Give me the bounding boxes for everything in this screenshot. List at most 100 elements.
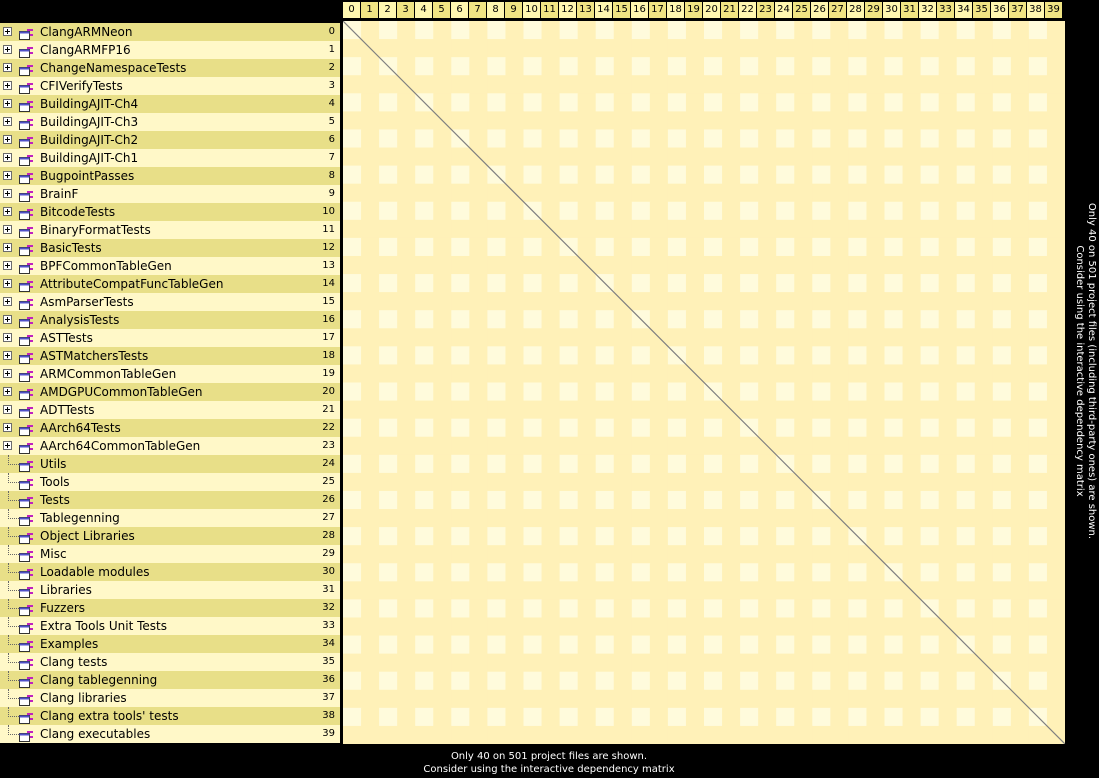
matrix-cell[interactable]	[595, 490, 615, 510]
matrix-cell[interactable]	[902, 509, 922, 528]
matrix-cell[interactable]	[541, 382, 561, 402]
matrix-cell[interactable]	[397, 57, 416, 76]
matrix-cell[interactable]	[704, 93, 723, 112]
matrix-cell[interactable]	[523, 328, 543, 347]
matrix-cell[interactable]	[902, 490, 922, 510]
matrix-cell[interactable]	[704, 563, 723, 582]
matrix-cell[interactable]	[1010, 183, 1030, 203]
matrix-cell[interactable]	[649, 689, 669, 709]
matrix-cell[interactable]	[992, 653, 1012, 673]
matrix-cell[interactable]	[595, 509, 615, 528]
matrix-cell[interactable]	[487, 472, 506, 492]
matrix-cell[interactable]	[523, 436, 543, 456]
matrix-cell[interactable]	[848, 147, 867, 167]
matrix-cell[interactable]	[938, 509, 958, 528]
matrix-cell[interactable]	[992, 382, 1012, 402]
matrix-cell[interactable]	[541, 472, 561, 492]
matrix-cell[interactable]	[505, 490, 524, 510]
matrix-cell[interactable]	[631, 689, 651, 709]
matrix-cell[interactable]	[920, 364, 940, 383]
matrix-cell[interactable]	[559, 436, 579, 456]
matrix-cell[interactable]	[379, 599, 398, 618]
matrix-cell[interactable]	[848, 653, 867, 673]
matrix-cell[interactable]	[631, 237, 651, 257]
matrix-cell[interactable]	[848, 57, 867, 76]
matrix-cell[interactable]	[379, 490, 398, 510]
matrix-cell[interactable]	[667, 292, 687, 311]
matrix-cell[interactable]	[830, 689, 849, 709]
matrix-cell[interactable]	[541, 274, 561, 293]
matrix-cell[interactable]	[397, 346, 416, 365]
matrix-cell[interactable]	[505, 39, 524, 58]
matrix-cell[interactable]	[631, 21, 651, 40]
matrix-cell[interactable]	[758, 490, 777, 510]
matrix-cell[interactable]	[433, 418, 452, 438]
matrix-cell[interactable]	[794, 93, 813, 112]
matrix-cell[interactable]	[776, 653, 795, 673]
matrix-cell[interactable]	[523, 400, 543, 420]
matrix-cell[interactable]	[1010, 635, 1030, 655]
matrix-cell[interactable]	[920, 617, 940, 637]
matrix-cell[interactable]	[397, 382, 416, 402]
matrix-cell[interactable]	[866, 509, 885, 528]
matrix-cell[interactable]	[902, 129, 922, 149]
matrix-cell[interactable]	[830, 635, 849, 655]
matrix-cell[interactable]	[361, 310, 380, 329]
matrix-cell[interactable]	[469, 653, 488, 673]
matrix-cell[interactable]	[866, 57, 885, 76]
matrix-cell[interactable]	[343, 310, 362, 329]
matrix-cell[interactable]	[559, 129, 579, 149]
matrix-cell[interactable]	[974, 39, 994, 58]
matrix-cell[interactable]	[920, 653, 940, 673]
matrix-cell[interactable]	[938, 707, 958, 727]
matrix-cell[interactable]	[866, 400, 885, 420]
matrix-cell[interactable]	[740, 382, 759, 402]
matrix-cell[interactable]	[974, 292, 994, 311]
matrix-cell[interactable]	[685, 111, 705, 130]
matrix-cell[interactable]	[956, 490, 976, 510]
matrix-cell[interactable]	[758, 75, 777, 94]
matrix-cell[interactable]	[469, 219, 488, 239]
matrix-cell[interactable]	[758, 418, 777, 438]
matrix-cell[interactable]	[974, 219, 994, 239]
matrix-cell[interactable]	[1046, 527, 1065, 546]
matrix-cell[interactable]	[794, 689, 813, 709]
matrix-cell[interactable]	[848, 635, 867, 655]
matrix-cell[interactable]	[685, 255, 705, 275]
matrix-cell[interactable]	[920, 183, 940, 203]
matrix-cell[interactable]	[974, 472, 994, 492]
matrix-cell[interactable]	[704, 707, 723, 727]
matrix-cell[interactable]	[848, 490, 867, 510]
matrix-cell[interactable]	[433, 545, 452, 564]
matrix-cell[interactable]	[992, 219, 1012, 239]
matrix-cell[interactable]	[866, 635, 885, 655]
matrix-cell[interactable]	[631, 472, 651, 492]
matrix-cell[interactable]	[343, 725, 362, 744]
matrix-cell[interactable]	[469, 201, 488, 221]
matrix-cell[interactable]	[541, 255, 561, 275]
matrix-cell[interactable]	[776, 219, 795, 239]
matrix-cell[interactable]	[613, 707, 633, 727]
matrix-cell[interactable]	[451, 382, 470, 402]
matrix-cell[interactable]	[848, 563, 867, 582]
matrix-cell[interactable]	[505, 201, 524, 221]
matrix-cell[interactable]	[379, 472, 398, 492]
matrix-cell[interactable]	[1010, 129, 1030, 149]
matrix-cell[interactable]	[884, 490, 904, 510]
matrix-cell[interactable]	[992, 418, 1012, 438]
matrix-cell[interactable]	[830, 93, 849, 112]
tree-row[interactable]: ASTTests 17	[0, 329, 340, 347]
matrix-cell[interactable]	[722, 201, 741, 221]
matrix-cell[interactable]	[938, 490, 958, 510]
matrix-cell[interactable]	[1010, 75, 1030, 94]
matrix-cell[interactable]	[667, 599, 687, 618]
matrix-cell[interactable]	[559, 707, 579, 727]
matrix-cell[interactable]	[649, 725, 669, 744]
matrix-cell[interactable]	[451, 689, 470, 709]
matrix-cell[interactable]	[451, 39, 470, 58]
matrix-cell[interactable]	[649, 671, 669, 691]
matrix-cell[interactable]	[884, 75, 904, 94]
matrix-cell[interactable]	[1028, 219, 1048, 239]
matrix-cell[interactable]	[595, 689, 615, 709]
matrix-cell[interactable]	[559, 635, 579, 655]
